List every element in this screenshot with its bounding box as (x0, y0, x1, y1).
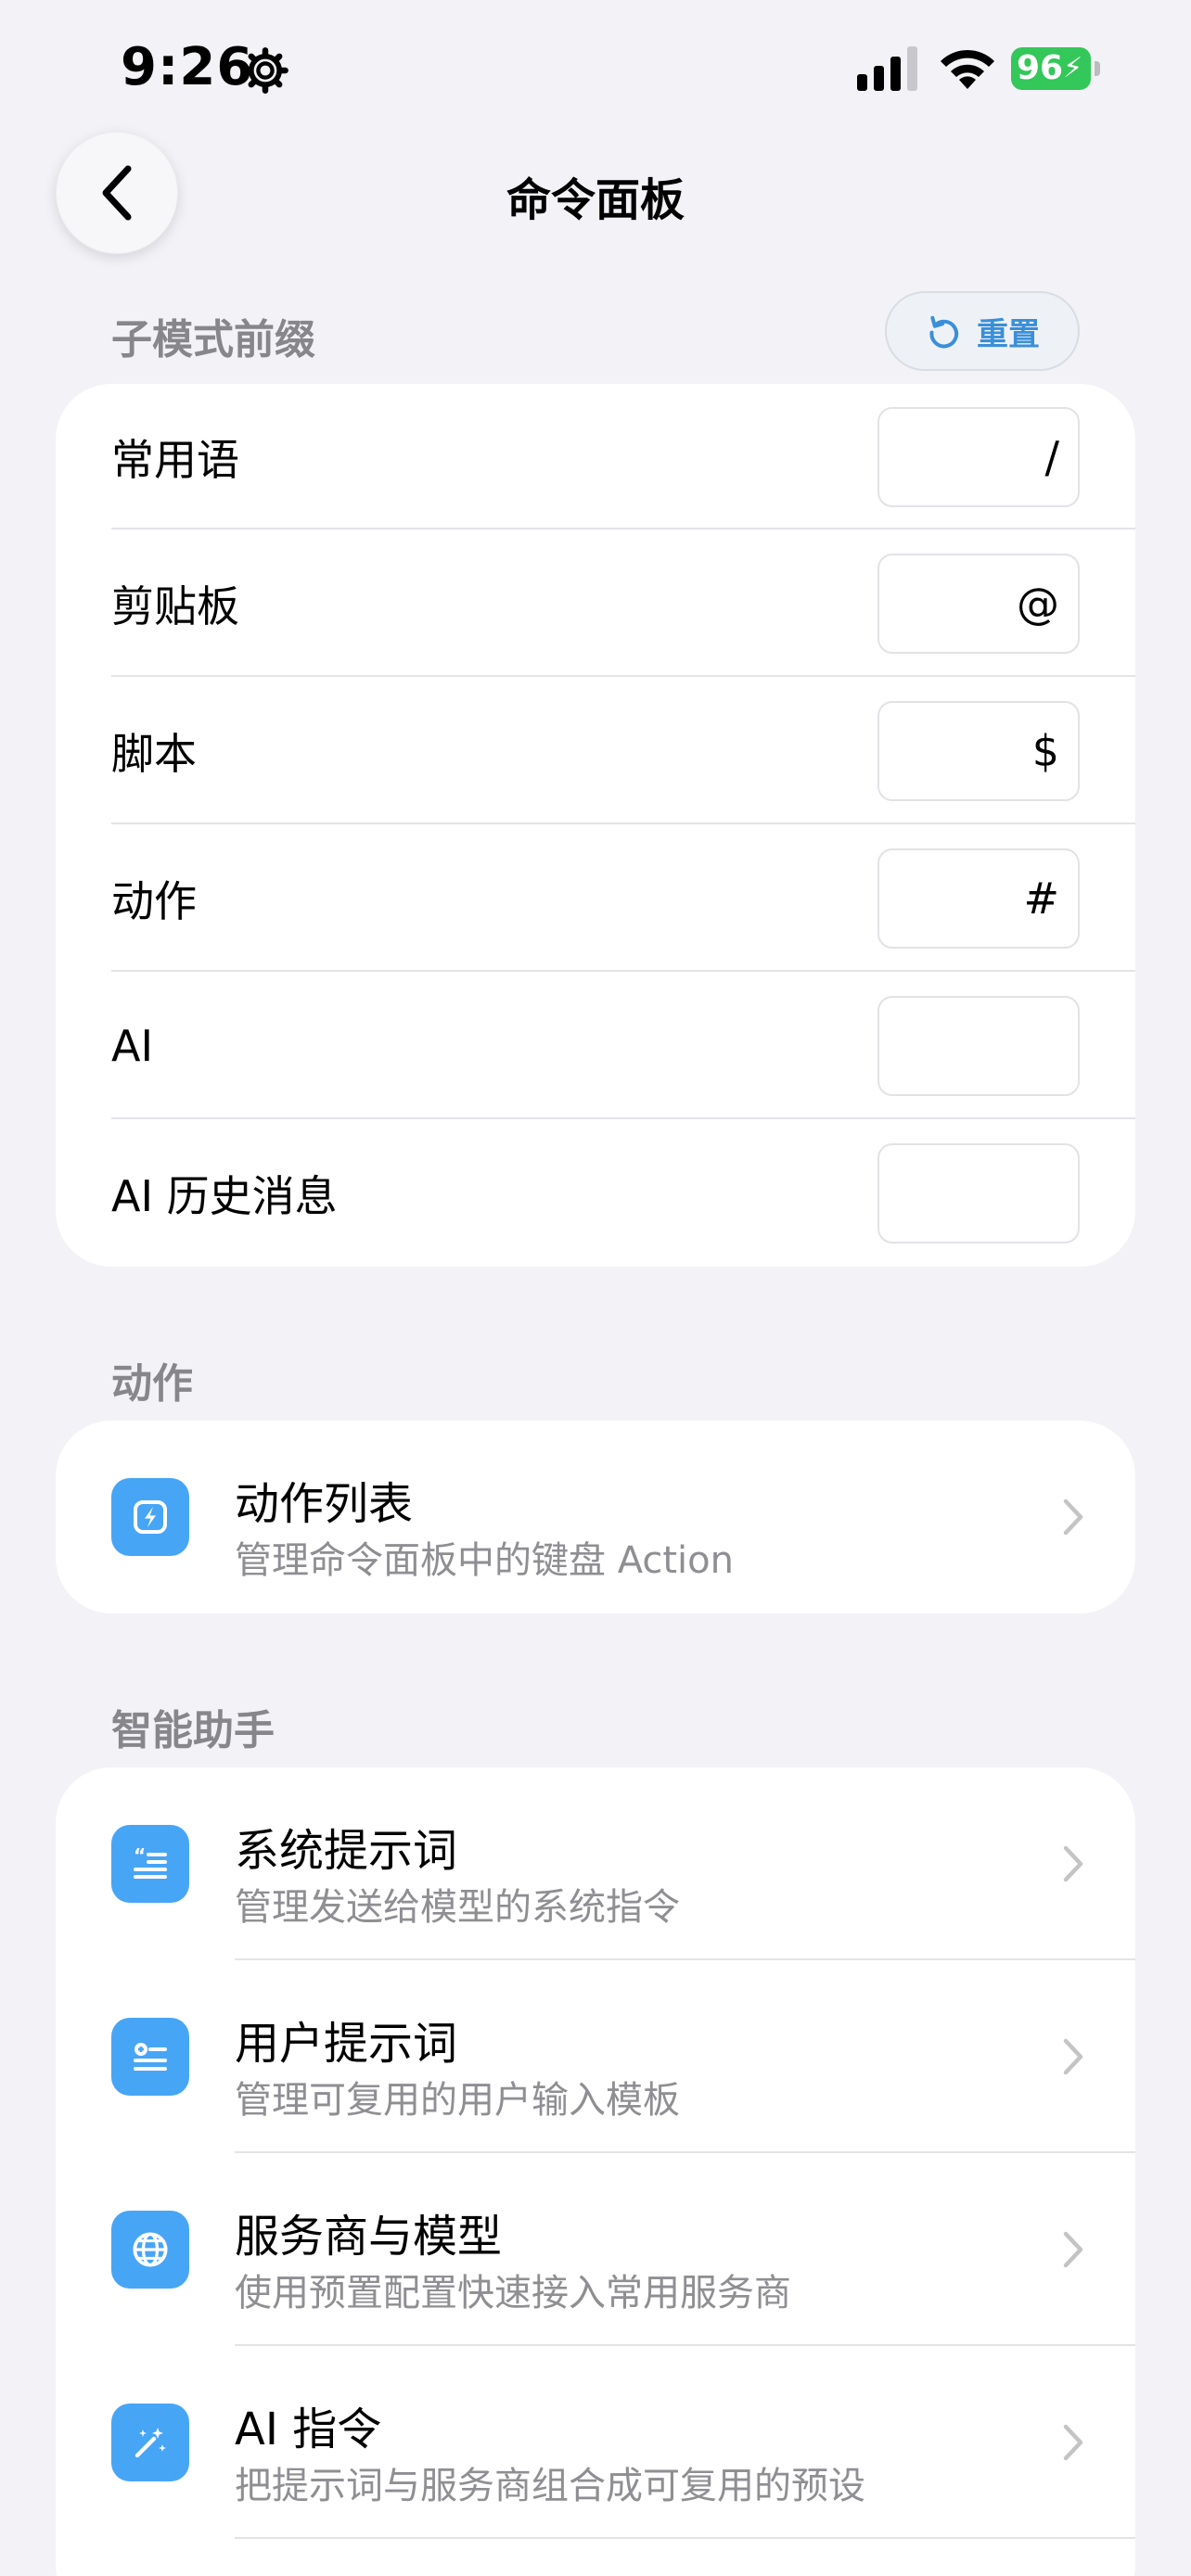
prefix-label: 动作 (111, 876, 197, 926)
quote-text-icon: “ (111, 1825, 189, 1903)
section-header-prefix: 子模式前缀 (111, 316, 315, 363)
prefix-label: 脚本 (111, 729, 197, 779)
prefix-label: 常用语 (111, 435, 239, 485)
svg-text:“: “ (134, 1844, 146, 1867)
reset-icon (929, 315, 959, 349)
prefix-row-phrases: 常用语 / (56, 384, 1080, 530)
prefix-input-script[interactable]: $ (877, 701, 1080, 801)
divider (235, 2537, 1135, 2539)
battery-level: 96 (1017, 49, 1064, 87)
assistant-card: “ 系统提示词 管理发送给模型的系统指令 用户提示词 管理可复用的用户输入模板 … (56, 1767, 1135, 2576)
globe-icon (111, 2211, 189, 2289)
prefix-label: AI 历史消息 (111, 1171, 338, 1221)
row-subtitle: 把提示词与服务商组合成可复用的预设 (235, 2465, 865, 2507)
gear-icon (242, 47, 288, 94)
chevron-right-icon (1063, 1498, 1083, 1536)
row-title: 系统提示词 (235, 1825, 458, 1877)
chevron-right-icon (1063, 1845, 1083, 1882)
reset-button[interactable]: 重置 (885, 291, 1080, 371)
divider (111, 528, 1135, 529)
prefix-input-phrases[interactable]: / (877, 407, 1080, 507)
prefix-row-ai: AI (56, 973, 1080, 1119)
charging-bolt-icon: ⚡ (1063, 52, 1083, 84)
chevron-right-icon (1063, 2231, 1083, 2268)
divider (111, 823, 1135, 824)
action-list-row[interactable]: 动作列表 管理命令面板中的键盘 Action (56, 1421, 1135, 1613)
row-title: 用户提示词 (235, 2018, 458, 2070)
battery-indicator: 96⚡ (1011, 47, 1091, 90)
row-subtitle: 管理命令面板中的键盘 Action (235, 1539, 734, 1582)
prefix-input-action[interactable]: # (877, 848, 1080, 949)
divider (111, 1117, 1135, 1119)
section-header-actions: 动作 (111, 1360, 193, 1408)
prefix-input-ai[interactable] (877, 996, 1080, 1096)
user-prompt-row[interactable]: 用户提示词 管理可复用的用户输入模板 (56, 1960, 1135, 2153)
row-subtitle: 管理可复用的用户输入模板 (235, 2079, 680, 2122)
user-text-icon (111, 2018, 189, 2096)
chevron-right-icon (1063, 2038, 1083, 2075)
prefix-label: 剪贴板 (111, 581, 239, 631)
bolt-icon (111, 1478, 189, 1556)
divider (111, 970, 1135, 972)
page-title: 命令面板 (506, 174, 685, 226)
divider (111, 675, 1135, 677)
ai-command-row[interactable]: AI 指令 把提示词与服务商组合成可复用的预设 (56, 2346, 1135, 2539)
chevron-right-icon (1063, 2424, 1083, 2461)
prefix-row-script: 脚本 $ (56, 678, 1080, 824)
wifi-icon (941, 49, 994, 89)
prefix-row-action: 动作 # (56, 825, 1080, 972)
prefix-row-clipboard: 剪贴板 @ (56, 530, 1080, 677)
row-subtitle: 管理发送给模型的系统指令 (235, 1886, 680, 1929)
cellular-signal-icon (857, 46, 917, 91)
prefix-input-ai-history[interactable] (877, 1143, 1080, 1243)
section-header-assistant: 智能助手 (111, 1707, 275, 1754)
system-prompt-row[interactable]: “ 系统提示词 管理发送给模型的系统指令 (56, 1767, 1135, 1960)
row-title: 服务商与模型 (235, 2211, 503, 2263)
battery-cap (1095, 61, 1100, 76)
reset-label: 重置 (977, 315, 1040, 353)
row-title: 动作列表 (235, 1478, 414, 1530)
status-time: 9:26 (121, 37, 254, 97)
prefix-card: 常用语 / 剪贴板 @ 脚本 $ 动作 # AI AI 历史消息 (56, 384, 1135, 1267)
provider-model-row[interactable]: 服务商与模型 使用预置配置快速接入常用服务商 (56, 2153, 1135, 2346)
status-bar: 9:26 96⚡ (0, 0, 1191, 139)
row-subtitle: 使用预置配置快速接入常用服务商 (235, 2272, 791, 2315)
prefix-input-clipboard[interactable]: @ (877, 554, 1080, 654)
actions-card: 动作列表 管理命令面板中的键盘 Action (56, 1421, 1135, 1613)
prefix-label: AI (111, 1021, 154, 1071)
magic-wand-icon (111, 2404, 189, 2481)
row-title: AI 指令 (235, 2404, 382, 2455)
prefix-row-ai-history: AI 历史消息 (56, 1120, 1080, 1267)
